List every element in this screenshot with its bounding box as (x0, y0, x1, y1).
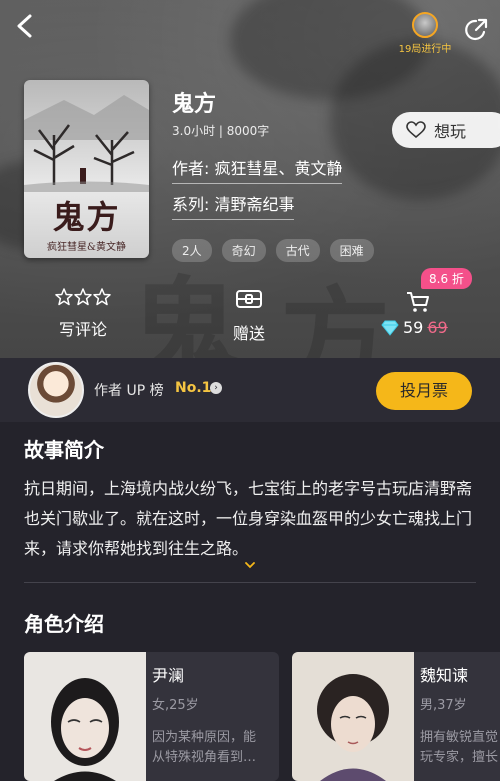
price-row[interactable]: 59 69 (381, 318, 448, 337)
want-to-play-button[interactable]: 想玩 (392, 112, 500, 148)
write-review-label: 写评论 (58, 320, 107, 339)
author-avatar[interactable] (28, 362, 84, 418)
character-name: 尹澜 (152, 666, 185, 685)
character-desc-line: 玩专家，擅长 (420, 750, 499, 765)
write-review-button[interactable]: 写评论 (38, 288, 128, 340)
ongoing-games-text: 19局进行中 (398, 44, 452, 55)
star-rating-icon (55, 288, 111, 306)
character-desc-line: 从特殊视角看到… (152, 750, 257, 765)
share-icon (465, 18, 488, 41)
tag[interactable]: 2人 (172, 239, 212, 262)
background-calligraphy: 方 (280, 275, 390, 358)
tag[interactable]: 困难 (329, 239, 374, 262)
ongoing-games-indicator[interactable]: 19局进行中 (392, 12, 458, 55)
discount-badge: 8.6 折 (421, 268, 472, 289)
tag-list: 2人 奇幻 古代 困难 (172, 239, 374, 262)
book-cover[interactable]: 鬼方 疯狂彗星&黄文静 (24, 80, 149, 258)
character-desc-line: 因为某种原因，能 (152, 730, 257, 745)
ongoing-games-avatar (412, 12, 438, 38)
characters-heading: 角色介绍 (24, 612, 104, 636)
story-heading: 故事简介 (24, 438, 104, 462)
expand-chevron-icon[interactable] (244, 560, 256, 570)
book-meta: 3.0小时 | 8000字 (172, 124, 270, 138)
section-divider (24, 582, 476, 583)
book-title: 鬼方 (172, 92, 217, 117)
diamond-icon (381, 320, 399, 336)
gift-icon (236, 290, 262, 308)
series-link[interactable]: 系列: 清野斋纪事 (172, 191, 295, 220)
character-portrait (292, 652, 414, 781)
author-up-bar: 作者 UP 榜 No.1 › 投月票 (0, 358, 500, 422)
cover-authors: 疯狂彗星&黄文静 (47, 242, 126, 253)
want-to-play-label: 想玩 (434, 122, 467, 141)
character-card[interactable]: 魏知谏 男,37岁 拥有敏锐直觉 玩专家，擅长 (292, 652, 500, 781)
story-summary: 抗日期间，上海境内战火纷飞，七宝街上的老字号古玩店清野斋也关门歇业了。就在这时，… (24, 479, 473, 558)
character-name: 魏知谏 (420, 666, 469, 685)
character-card[interactable]: 尹澜 女,25岁 因为某种原因，能 从特殊视角看到… (24, 652, 279, 781)
price-original: 69 (427, 318, 448, 337)
tag[interactable]: 奇幻 (221, 239, 266, 262)
character-desc-line: 拥有敏锐直觉 (420, 730, 499, 745)
author-link[interactable]: 作者: 疯狂彗星、黄文静 (172, 155, 343, 184)
back-button[interactable] (10, 10, 38, 42)
price-current: 59 (403, 318, 424, 337)
gift-button[interactable]: 赠送 (204, 288, 294, 344)
gift-label: 赠送 (232, 324, 265, 343)
cart-icon[interactable] (406, 291, 430, 313)
character-meta: 男,37岁 (420, 698, 467, 713)
monthly-vote-button[interactable]: 投月票 (376, 372, 472, 410)
up-rank-value[interactable]: No.1 (175, 380, 211, 396)
heart-icon (406, 121, 426, 139)
share-button[interactable] (462, 16, 490, 44)
cover-title: 鬼方 (52, 198, 121, 236)
back-arrow-icon (17, 14, 32, 38)
tag[interactable]: 古代 (275, 239, 320, 262)
character-meta: 女,25岁 (152, 698, 199, 713)
character-portrait (24, 652, 146, 781)
up-rank-label[interactable]: 作者 UP 榜 (94, 380, 164, 400)
chevron-right-icon[interactable]: › (210, 382, 222, 394)
